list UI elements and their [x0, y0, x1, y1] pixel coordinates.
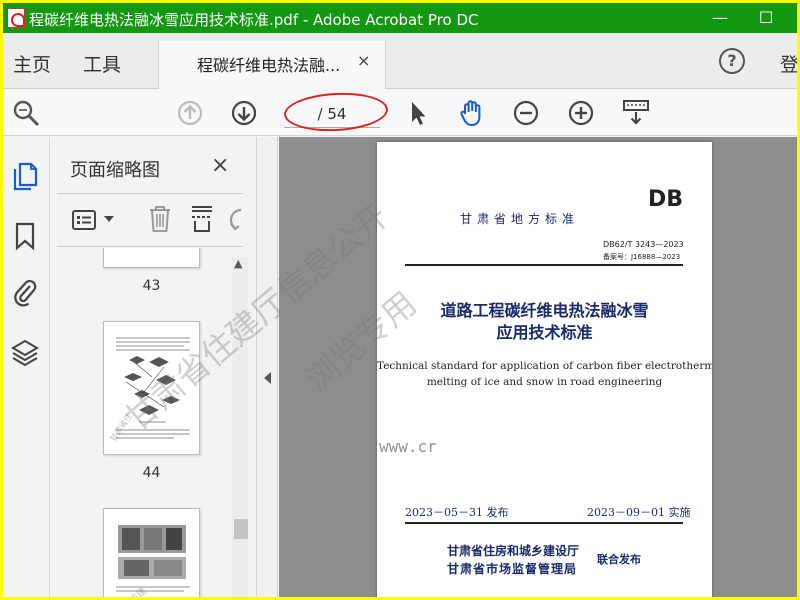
tab-bar: 主页 工具 程碳纤维电热法融... × ? 登: [3, 33, 797, 89]
rotate-icon[interactable]: [227, 206, 243, 232]
help-icon[interactable]: ?: [719, 48, 745, 74]
maximize-button[interactable]: ☐: [743, 3, 789, 33]
record-number: 备案号：J16888—2023: [603, 253, 681, 261]
document-title-en: melting of ice and snow in road engineer…: [426, 376, 663, 388]
joint-release-label: 联合发布: [597, 553, 641, 566]
trash-icon[interactable]: [147, 204, 173, 234]
panel-close-button[interactable]: ×: [211, 153, 229, 178]
keyboard-download-icon[interactable]: [621, 98, 651, 128]
db-logo: DB: [648, 187, 684, 212]
window-title: 程碳纤维电热法融冰雪应用技术标准.pdf - Adobe Acrobat Pro…: [29, 11, 479, 29]
implementation-date: 2023－09－01 实施: [587, 506, 691, 519]
pdf-page: DB 甘肃省地方标准 DB62/T 3243—2023 备案号：J16888—2…: [377, 142, 712, 597]
document-title-cn: 道路工程碳纤维电热法融冰雪: [440, 301, 649, 320]
standard-kind: 甘肃省地方标准: [460, 212, 580, 226]
panel-title: 页面缩略图: [70, 160, 160, 181]
navigation-rail: [3, 137, 50, 597]
thumbnail-page-number: 43: [142, 278, 161, 294]
tab-document[interactable]: 程碳纤维电热法融... ×: [158, 41, 386, 89]
document-title-en: Technical standard for application of ca…: [377, 360, 712, 372]
zoom-out-icon[interactable]: [511, 98, 541, 128]
layers-icon[interactable]: [11, 337, 39, 367]
zoom-in-icon[interactable]: [566, 98, 596, 128]
issuer: 甘肃省市场监督管理局: [447, 562, 578, 576]
tab-tools[interactable]: 工具: [83, 50, 121, 77]
thumbnail-options-icon[interactable]: [71, 208, 97, 232]
select-cursor-icon[interactable]: [403, 98, 433, 128]
paperclip-icon[interactable]: [11, 277, 39, 307]
divider: [405, 264, 683, 266]
page-thumbnails-icon[interactable]: [11, 161, 39, 191]
bookmark-icon[interactable]: [11, 221, 39, 251]
thumbnail-page-45[interactable]: 甘肃省住建: [103, 508, 200, 597]
hand-tool-icon[interactable]: [457, 98, 487, 128]
insert-page-icon[interactable]: [189, 204, 215, 234]
issuer: 甘肃省住房和城乡建设厅: [447, 544, 580, 558]
issue-date: 2023－05－31 发布: [405, 506, 509, 519]
previous-page-icon[interactable]: [175, 98, 205, 128]
scrollbar-thumb[interactable]: [234, 519, 248, 539]
next-page-icon[interactable]: [229, 98, 259, 128]
chevron-down-icon[interactable]: [103, 214, 115, 224]
tab-document-label: 程碳纤维电热法融...: [197, 56, 341, 75]
acrobat-window: 程碳纤维电热法融冰雪应用技术标准.pdf - Adobe Acrobat Pro…: [3, 3, 797, 597]
panel-splitter[interactable]: [258, 137, 278, 597]
zoom-search-icon[interactable]: [11, 98, 41, 128]
standard-code: DB62/T 3243—2023: [603, 240, 684, 249]
tab-close-button[interactable]: ×: [357, 51, 370, 70]
watermark-url: www.cr: [379, 437, 437, 456]
toolbar: / 54: [3, 90, 797, 136]
document-title-cn: 应用技术标准: [496, 323, 593, 342]
scroll-up-arrow-icon[interactable]: ▲: [234, 257, 246, 271]
tab-home[interactable]: 主页: [13, 50, 51, 77]
acrobat-logo-icon: [7, 8, 25, 28]
thumbnail-page-number: 44: [142, 465, 161, 481]
divider: [405, 522, 683, 524]
collapse-panel-arrow-icon[interactable]: [264, 372, 271, 384]
thumbnail-page-43[interactable]: [103, 248, 200, 268]
sign-in-link[interactable]: 登: [780, 50, 797, 77]
minimize-button[interactable]: —: [697, 3, 743, 33]
title-bar: 程碳纤维电热法融冰雪应用技术标准.pdf - Adobe Acrobat Pro…: [3, 3, 797, 33]
panel-toolbar: [57, 193, 243, 247]
